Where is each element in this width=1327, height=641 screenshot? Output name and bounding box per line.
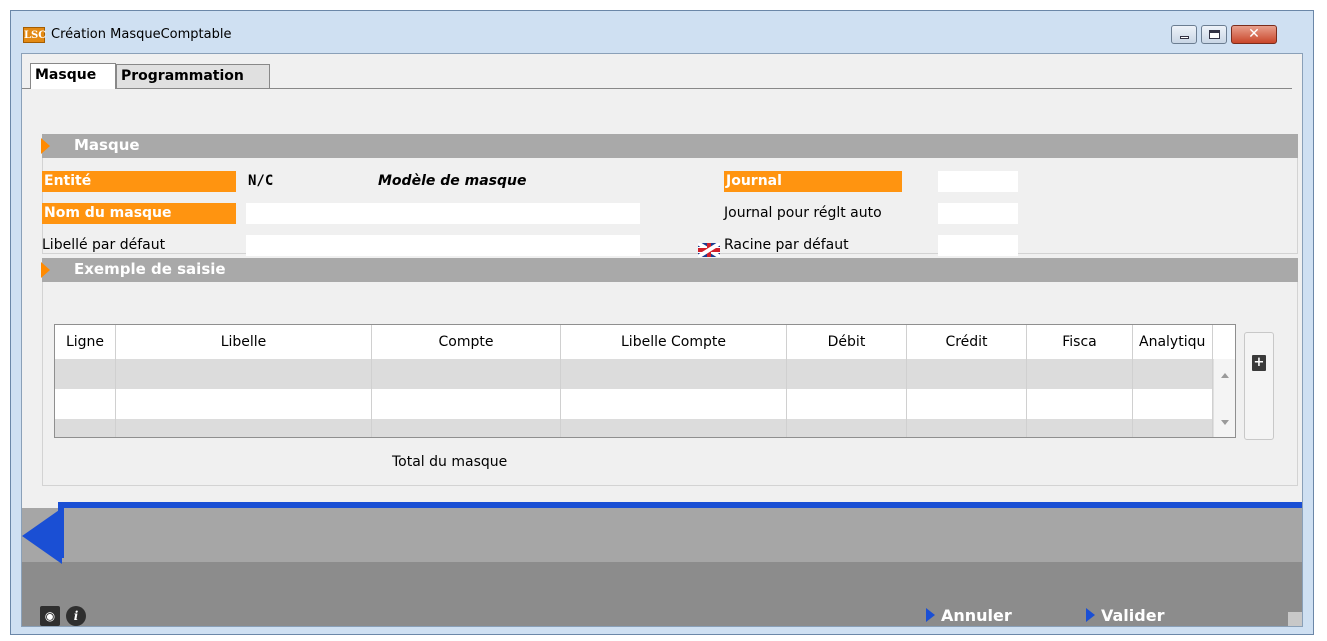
minimize-button[interactable] [1171,25,1197,44]
table-cell[interactable] [1133,389,1213,419]
table-cell[interactable] [55,389,116,419]
section-title: Masque [74,136,140,154]
nom-masque-field[interactable] [246,203,640,224]
close-icon: ✕ [1248,26,1260,42]
journal-label: Journal [724,171,902,192]
table-row[interactable] [55,419,1213,437]
modele-masque-link[interactable]: Modèle de masque [378,171,526,192]
column-header[interactable]: Libelle [116,325,372,359]
tab-masque[interactable]: Masque [30,63,116,89]
table-cell[interactable] [116,359,372,389]
column-header[interactable]: Fisca [1027,325,1133,359]
table-cell[interactable] [1027,419,1133,437]
table-cell[interactable] [1133,419,1213,437]
tab-divider [22,88,1292,89]
footer-accent-line [58,502,1302,508]
table-cell[interactable] [116,389,372,419]
footer-band [22,508,1302,562]
table-cell[interactable] [907,389,1027,419]
journal-field[interactable] [938,171,1018,192]
play-arrow-icon [1086,608,1095,622]
column-header[interactable]: Libelle Compte [561,325,787,359]
journal-reglt-field[interactable] [938,203,1018,224]
cancel-button[interactable]: Annuler [926,606,1012,626]
table-cell[interactable] [55,359,116,389]
uk-flag-icon[interactable] [698,243,720,257]
maximize-icon [1209,30,1220,39]
minimize-icon [1180,36,1189,39]
nom-masque-label: Nom du masque [42,203,236,224]
table-cell[interactable] [1133,359,1213,389]
table-cell[interactable] [55,419,116,437]
flag-stripe [698,247,720,253]
client-area: Masque Programmation Masque Entité N/C M… [21,53,1303,627]
close-button[interactable]: ✕ [1231,25,1277,44]
scroll-up-icon[interactable] [1221,373,1229,378]
libelle-defaut-label: Libellé par défaut [42,237,166,253]
saisie-grid[interactable]: Ligne Libelle Compte Libelle Compte Débi… [54,324,1236,438]
resize-grip-icon[interactable] [1288,612,1302,626]
validate-label: Valider [1101,606,1165,625]
maximize-button[interactable] [1201,25,1227,44]
play-arrow-icon [926,608,935,622]
table-cell[interactable] [561,419,787,437]
footer-bar: ◉ i Annuler Valider [22,502,1302,626]
table-cell[interactable] [787,359,907,389]
table-cell[interactable] [1027,389,1133,419]
table-cell[interactable] [372,359,561,389]
table-cell[interactable] [787,419,907,437]
section-title: Exemple de saisie [74,260,226,278]
users-icon[interactable]: ◉ [40,606,60,626]
table-cell[interactable] [561,389,787,419]
grid-scrollbar[interactable] [1213,359,1235,437]
footer-accent-triangle [22,508,62,564]
section-header-exemple: Exemple de saisie [41,258,1298,282]
flag-stripe [707,243,711,257]
section-arrow-icon [41,138,50,154]
libelle-defaut-field[interactable] [246,235,640,256]
table-cell[interactable] [907,419,1027,437]
table-cell[interactable] [116,419,372,437]
total-masque-label: Total du masque [392,454,508,470]
app-window: LSC Création MasqueComptable ✕ Masque Pr… [10,10,1314,635]
entite-label: Entité [42,171,236,192]
table-cell[interactable] [372,389,561,419]
column-header[interactable]: Analytiqu [1133,325,1213,359]
table-row[interactable] [55,359,1213,389]
app-logo: LSC [23,27,46,43]
add-document-icon[interactable] [1252,354,1266,371]
table-cell[interactable] [1027,359,1133,389]
column-header[interactable]: Crédit [907,325,1027,359]
section-header-masque: Masque [41,134,1298,158]
validate-button[interactable]: Valider [1086,606,1164,626]
column-header[interactable]: Débit [787,325,907,359]
column-header[interactable]: Compte [372,325,561,359]
journal-reglt-label: Journal pour réglt auto [724,205,882,221]
entite-value[interactable]: N/C [248,171,273,192]
section-arrow-icon [41,262,50,278]
window-title: Création MasqueComptable [51,27,232,42]
scroll-down-icon[interactable] [1221,420,1229,425]
racine-defaut-field[interactable] [938,235,1018,256]
table-cell[interactable] [787,389,907,419]
column-header[interactable]: Ligne [55,325,116,359]
racine-defaut-label: Racine par défaut [724,237,849,253]
title-bar[interactable]: LSC Création MasqueComptable ✕ [11,11,1313,53]
table-cell[interactable] [907,359,1027,389]
table-row[interactable] [55,389,1213,419]
table-cell[interactable] [561,359,787,389]
cancel-label: Annuler [941,606,1012,625]
info-icon[interactable]: i [66,606,86,626]
table-cell[interactable] [372,419,561,437]
tab-programmation[interactable]: Programmation [116,64,270,88]
add-row-panel [1244,332,1274,440]
